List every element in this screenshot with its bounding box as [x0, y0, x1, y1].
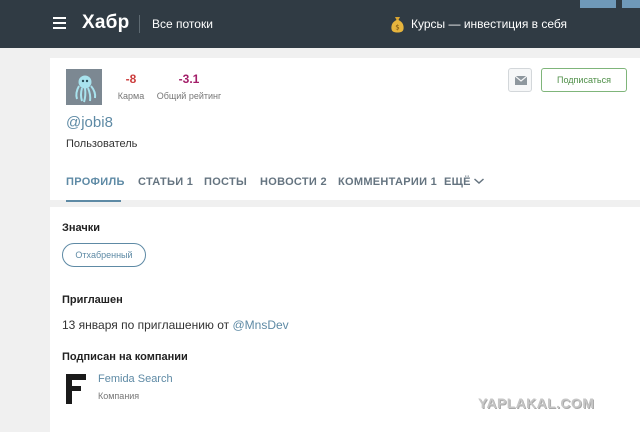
- tab-news[interactable]: НОВОСТИ 2: [260, 176, 327, 188]
- karma-stat[interactable]: -8 Карма: [116, 72, 146, 101]
- company-type: Компания: [98, 391, 140, 401]
- subscribe-button[interactable]: Подписаться: [541, 68, 627, 92]
- money-bag-icon: $: [391, 17, 404, 33]
- karma-label: Карма: [117, 91, 145, 101]
- badge-item[interactable]: Отхабренный: [62, 243, 146, 267]
- habr-logo[interactable]: Хабр: [82, 12, 129, 34]
- svg-text:$: $: [395, 24, 399, 32]
- send-message-button[interactable]: [508, 68, 532, 92]
- rating-value: -3.1: [178, 72, 200, 86]
- badges-title: Значки: [62, 222, 101, 234]
- header-corner-accent: [580, 0, 640, 8]
- top-nav-bar: Хабр Все потоки $ Курсы — инвестиция в с…: [0, 0, 640, 48]
- promo-text: Курсы — инвестиция в себя: [411, 17, 568, 31]
- karma-value: -8: [125, 72, 137, 86]
- menu-icon[interactable]: [53, 17, 66, 29]
- envelope-icon: [515, 76, 527, 85]
- invited-title: Приглашен: [62, 294, 123, 306]
- tab-comments[interactable]: КОММЕНТАРИИ 1: [338, 176, 437, 188]
- inviter-link[interactable]: @MnsDev: [232, 318, 288, 332]
- user-role: Пользователь: [66, 138, 138, 150]
- femida-logo-icon[interactable]: [66, 374, 88, 404]
- company-name-link[interactable]: Femida Search: [98, 373, 173, 385]
- username: @jobi8: [66, 114, 113, 131]
- all-flows-link[interactable]: Все потоки: [152, 17, 213, 31]
- invite-text: 13 января по приглашению от: [62, 318, 233, 332]
- profile-card: -8 Карма -3.1 Общий рейтинг Подписаться …: [50, 58, 640, 202]
- rating-stat: -3.1 Общий рейтинг: [156, 72, 222, 101]
- tab-more[interactable]: ЕЩЁ: [444, 176, 471, 188]
- tab-profile[interactable]: ПРОФИЛЬ: [66, 176, 125, 188]
- rating-label: Общий рейтинг: [156, 91, 222, 101]
- octopus-avatar-image: [66, 69, 102, 105]
- chevron-down-icon[interactable]: [473, 176, 485, 186]
- header-divider: [139, 15, 140, 33]
- companies-title: Подписан на компании: [62, 351, 188, 363]
- tab-posts[interactable]: ПОСТЫ: [204, 176, 247, 188]
- tab-articles[interactable]: СТАТЬИ 1: [138, 176, 193, 188]
- site-watermark: YAPLAKAL.COM: [478, 395, 595, 411]
- invite-info: 13 января по приглашению от @MnsDev: [62, 318, 289, 332]
- user-avatar[interactable]: [66, 69, 102, 105]
- active-tab-indicator: [66, 200, 121, 202]
